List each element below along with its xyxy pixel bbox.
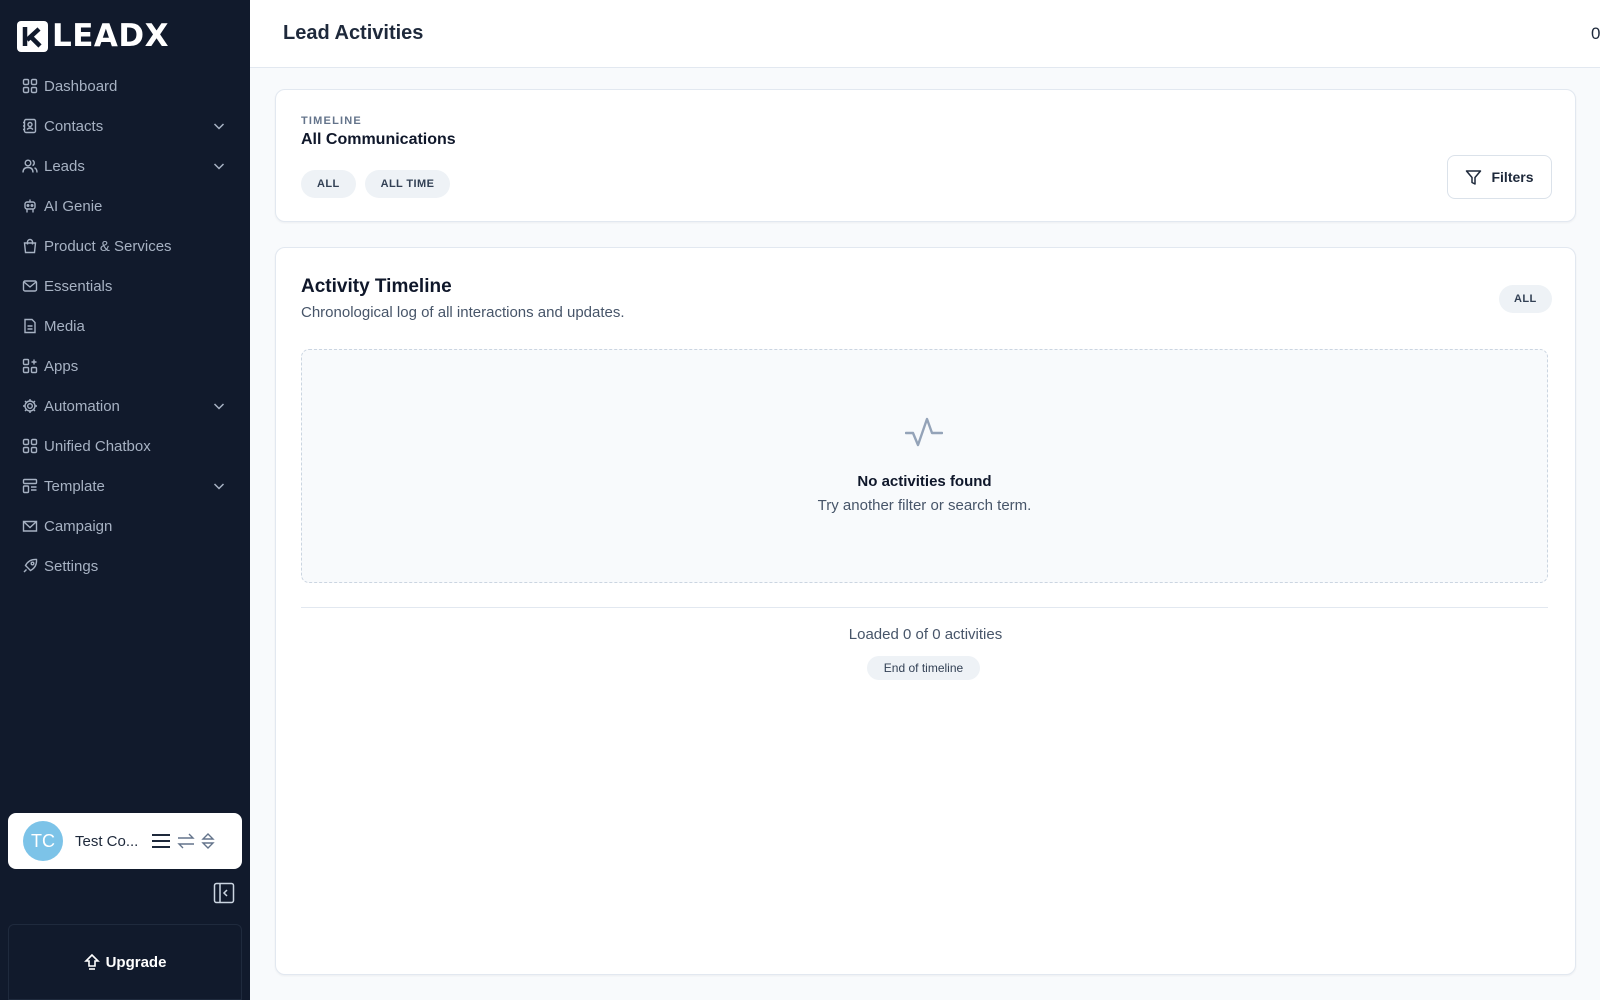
sidebar-item-label: Dashboard [44, 77, 118, 95]
filter-chip-all[interactable]: ALL [301, 170, 356, 198]
envelope-open-icon [22, 518, 38, 534]
sidebar-nav: Dashboard Contacts Leads AI Genie Produc… [0, 66, 250, 586]
filters-label: Filters [1491, 169, 1534, 185]
sidebar-item-essentials[interactable]: Essentials [0, 266, 250, 306]
end-of-timeline-badge: End of timeline [867, 656, 980, 680]
chevron-down-icon [212, 119, 226, 133]
timeline-title: Activity Timeline [301, 276, 452, 297]
sidebar-item-ai-genie[interactable]: AI Genie [0, 186, 250, 226]
brand-name: LEADX [52, 18, 170, 54]
switch-arrows-icon[interactable] [177, 833, 195, 849]
timeline-subtitle: Chronological log of all interactions an… [301, 304, 625, 321]
sidebar-item-media[interactable]: Media [0, 306, 250, 346]
collapse-sidebar-button[interactable] [213, 882, 235, 904]
upgrade-label: Upgrade [105, 953, 167, 971]
chevron-up-down-icon[interactable] [201, 832, 215, 850]
chevron-down-icon [212, 399, 226, 413]
cog-icon [22, 398, 38, 414]
empty-state: No activities found Try another filter o… [301, 349, 1548, 583]
sidebar-item-label: Contacts [44, 117, 104, 135]
user-name: Test Co... [75, 832, 137, 850]
active-filter-chips: ALL ALL TIME [301, 170, 459, 198]
users-icon [22, 158, 38, 174]
sidebar-item-dashboard[interactable]: Dashboard [0, 66, 250, 106]
timeline-filter-badge[interactable]: ALL [1499, 285, 1552, 313]
header-count: 0 [1591, 24, 1600, 43]
sidebar-item-unified-chatbox[interactable]: Unified Chatbox [0, 426, 250, 466]
sidebar-item-label: Media [44, 317, 85, 335]
contact-book-icon [22, 118, 38, 134]
menu-icon[interactable] [151, 833, 171, 849]
grid-icon [22, 78, 38, 94]
page-title: Lead Activities [283, 22, 424, 44]
brand-logo[interactable]: LEADX [17, 20, 169, 52]
sidebar-item-apps[interactable]: Apps [0, 346, 250, 386]
logo-mark-icon [17, 20, 48, 52]
template-icon [22, 478, 38, 494]
sidebar-item-settings[interactable]: Settings [0, 546, 250, 586]
activity-pulse-icon [905, 416, 943, 450]
top-bar: Lead Activities 0 [250, 0, 1600, 68]
activity-timeline-card: Activity Timeline Chronological log of a… [275, 247, 1576, 975]
upgrade-button[interactable]: Upgrade [8, 924, 242, 1000]
upload-arrow-icon [83, 953, 100, 971]
sidebar-item-label: AI Genie [44, 197, 103, 215]
card-title: All Communications [301, 131, 456, 148]
timeline-filter-card: TIMELINE All Communications ALL ALL TIME… [275, 89, 1576, 222]
sidebar-item-contacts[interactable]: Contacts [0, 106, 250, 146]
sidebar-item-label: Automation [44, 397, 120, 415]
funnel-icon [1465, 169, 1482, 186]
filter-chip-all-time[interactable]: ALL TIME [364, 170, 451, 198]
apps-icon [22, 358, 38, 374]
rocket-icon [22, 558, 38, 574]
sidebar-item-label: Apps [44, 357, 79, 375]
mail-icon [22, 278, 38, 294]
sidebar-collapse-icon [213, 882, 235, 904]
sidebar-item-campaign[interactable]: Campaign [0, 506, 250, 546]
empty-state-subtitle: Try another filter or search term. [817, 497, 1032, 514]
empty-state-title: No activities found [857, 473, 992, 490]
loaded-count-text: Loaded 0 of 0 activities [848, 626, 1003, 643]
sidebar-item-label: Settings [44, 557, 99, 575]
avatar: TC [23, 821, 63, 861]
chevron-down-icon [212, 159, 226, 173]
sidebar-item-label: Essentials [44, 277, 113, 295]
grid-icon [22, 438, 38, 454]
filters-button[interactable]: Filters [1447, 155, 1552, 199]
sidebar-item-label: Template [44, 477, 105, 495]
bot-icon [22, 198, 38, 214]
card-eyebrow: TIMELINE [301, 115, 362, 127]
chevron-down-icon [212, 479, 226, 493]
divider [301, 607, 1548, 608]
sidebar-item-leads[interactable]: Leads [0, 146, 250, 186]
shopping-bag-icon [22, 238, 38, 254]
user-card[interactable]: TC Test Co... [8, 813, 242, 869]
file-icon [22, 318, 38, 334]
sidebar-item-label: Campaign [44, 517, 113, 535]
sidebar-item-template[interactable]: Template [0, 466, 250, 506]
sidebar-item-automation[interactable]: Automation [0, 386, 250, 426]
sidebar-item-product-services[interactable]: Product & Services [0, 226, 250, 266]
sidebar: LEADX Dashboard Contacts Leads AI Genie … [0, 0, 250, 1000]
sidebar-item-label: Leads [44, 157, 85, 175]
sidebar-item-label: Unified Chatbox [44, 437, 151, 455]
sidebar-item-label: Product & Services [44, 237, 172, 255]
